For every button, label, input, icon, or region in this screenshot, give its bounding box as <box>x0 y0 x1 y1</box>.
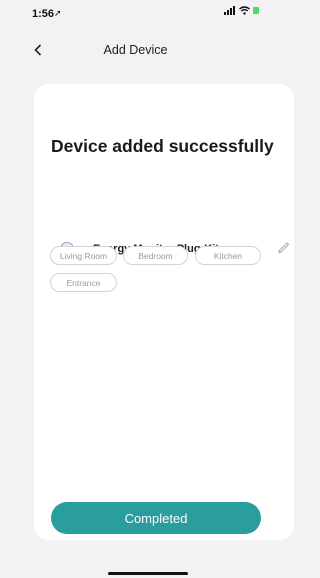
edit-name-button[interactable] <box>276 239 292 255</box>
status-time: 1:56 <box>32 8 55 20</box>
room-chip-bedroom[interactable]: Bedroom <box>123 246 188 265</box>
completed-button[interactable]: Completed <box>51 502 261 534</box>
room-chip-kitchen[interactable]: Kitchen <box>195 246 261 265</box>
home-indicator <box>108 572 188 575</box>
content-card: Device added successfully Energy Monitor… <box>34 84 294 540</box>
room-chip-living-room[interactable]: Living Room <box>50 246 117 265</box>
cellular-signal-icon <box>224 6 235 15</box>
pencil-icon <box>278 242 290 254</box>
nav-bar: Add Device <box>0 30 271 70</box>
status-indicators <box>224 6 261 15</box>
page-title: Add Device <box>103 43 168 57</box>
status-bar: 1:56 ➚ <box>0 0 271 28</box>
success-headline: Device added successfully <box>51 136 274 156</box>
location-arrow-icon: ➚ <box>54 8 62 18</box>
battery-icon <box>253 7 259 14</box>
wifi-icon <box>239 6 250 15</box>
room-chip-entrance[interactable]: Entrance <box>50 273 117 292</box>
